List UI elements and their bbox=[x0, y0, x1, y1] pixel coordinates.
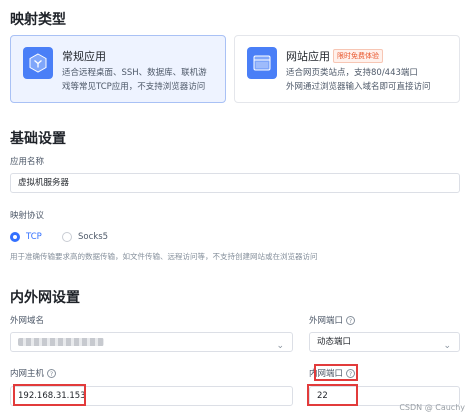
card-common-title: 常规应用 bbox=[62, 50, 106, 63]
highlight-box-internal-host bbox=[13, 384, 86, 406]
radio-tcp-label: TCP bbox=[26, 232, 42, 242]
cube-icon bbox=[23, 47, 53, 79]
redacted-domain bbox=[18, 337, 104, 346]
external-port-label-wrap: 外网端口? bbox=[309, 314, 356, 326]
protocol-hint: 用于准确传输要求高的数据传输，如文件传输、远程访问等，不支持创建网站或在浏览器访… bbox=[10, 252, 318, 261]
browser-window-icon bbox=[247, 47, 277, 79]
watermark: CSDN @ Cauchy bbox=[399, 403, 465, 412]
card-common-app[interactable]: 常规应用 适合远程桌面、SSH、数据库、联机游 戏等常见TCP应用，不支持浏览器… bbox=[10, 35, 226, 103]
app-name-input[interactable]: 虚拟机服务器 bbox=[10, 173, 460, 193]
radio-tcp[interactable]: TCP bbox=[10, 232, 42, 242]
basic-settings-title: 基础设置 bbox=[10, 131, 66, 147]
radio-socks5-label: Socks5 bbox=[78, 232, 109, 242]
external-port-label: 外网端口 bbox=[309, 316, 344, 326]
chevron-down-icon: ⌄ bbox=[276, 341, 284, 351]
external-domain-label: 外网域名 bbox=[10, 316, 45, 326]
highlight-box-internal-port-label bbox=[314, 364, 358, 381]
external-port-value: 动态端口 bbox=[317, 337, 352, 347]
chevron-down-icon: ⌄ bbox=[443, 341, 451, 351]
external-domain-select[interactable]: ⌄ bbox=[10, 332, 293, 352]
network-settings-title: 内外网设置 bbox=[10, 290, 80, 306]
card-web-title: 网站应用 bbox=[286, 50, 330, 63]
card-web-desc: 适合网页类站点，支持80/443端口 外网通过浏览器输入域名即可直接访问 bbox=[286, 68, 431, 92]
free-trial-badge: 限时免费体验 bbox=[333, 49, 383, 63]
card-common-desc: 适合远程桌面、SSH、数据库、联机游 戏等常见TCP应用，不支持浏览器访问 bbox=[62, 68, 207, 92]
help-icon[interactable]: ? bbox=[47, 369, 57, 378]
radio-socks5[interactable]: Socks5 bbox=[62, 232, 108, 242]
mapping-type-title: 映射类型 bbox=[10, 12, 66, 28]
help-icon[interactable]: ? bbox=[346, 316, 356, 325]
highlight-box-internal-port bbox=[307, 384, 358, 406]
internal-host-label: 内网主机 bbox=[10, 369, 45, 379]
protocol-label: 映射协议 bbox=[10, 211, 45, 221]
radio-socks5-dot bbox=[62, 232, 72, 242]
external-port-select[interactable]: 动态端口 ⌄ bbox=[309, 332, 460, 352]
card-web-app[interactable]: 网站应用 限时免费体验 适合网页类站点，支持80/443端口 外网通过浏览器输入… bbox=[234, 35, 460, 103]
radio-tcp-dot bbox=[10, 232, 20, 242]
internal-host-label-wrap: 内网主机? bbox=[10, 367, 57, 379]
app-name-label: 应用名称 bbox=[10, 157, 45, 167]
